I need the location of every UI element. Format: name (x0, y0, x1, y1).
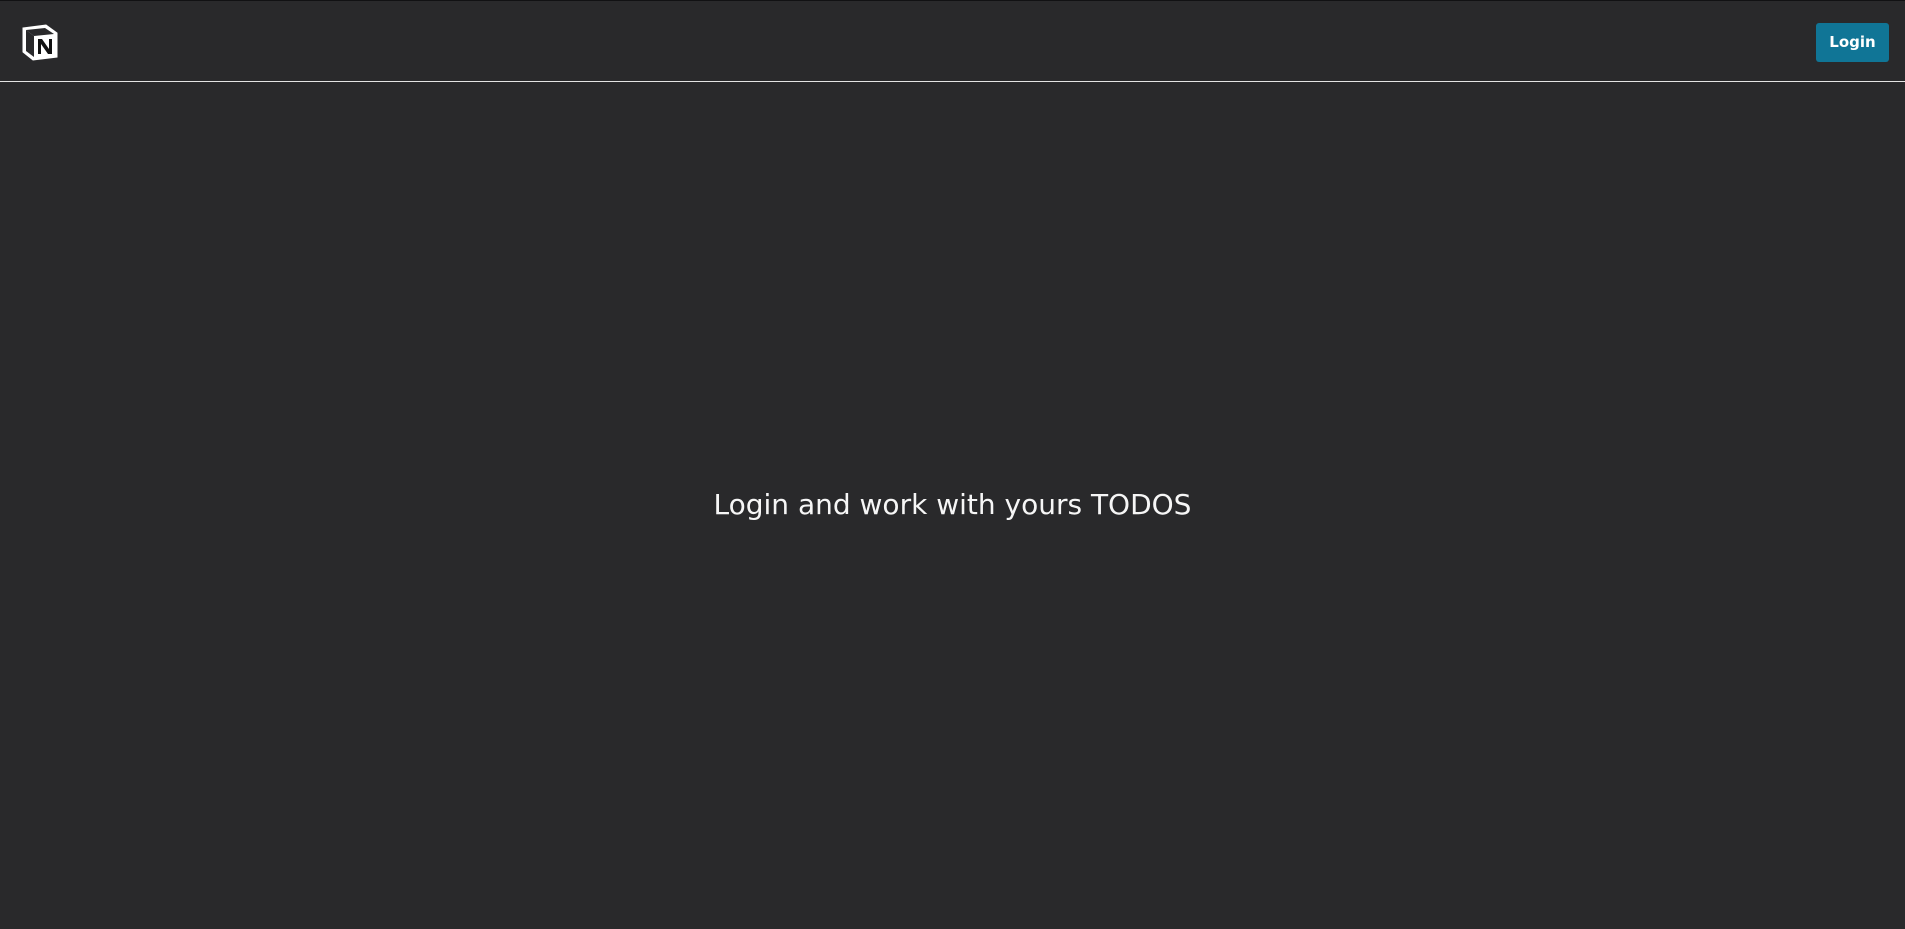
app-page: Login Login and work with yours TODOS (0, 0, 1905, 929)
top-navigation-bar: Login (0, 0, 1905, 82)
login-prompt-message: Login and work with yours TODOS (713, 488, 1192, 521)
notion-logo-icon[interactable] (19, 21, 59, 61)
login-button[interactable]: Login (1816, 23, 1889, 62)
main-content: Login and work with yours TODOS (0, 83, 1905, 929)
